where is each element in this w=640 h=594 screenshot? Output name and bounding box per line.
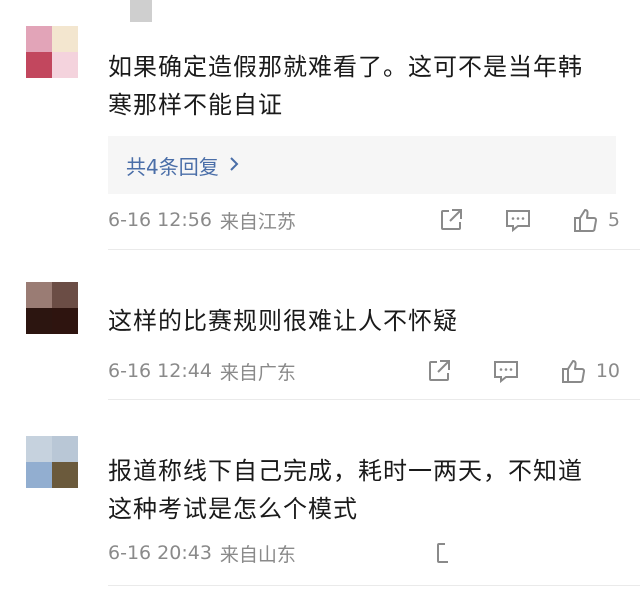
like-count: 10 xyxy=(595,360,620,382)
comment-item-3: 报道称线下自己完成，耗时一两天，不知道 这种考试是怎么个模式 6-16 20:43… xyxy=(0,400,640,594)
comment-location: 来自广东 xyxy=(219,361,296,384)
share-icon xyxy=(434,540,448,566)
divider xyxy=(108,585,640,586)
reply-button[interactable] xyxy=(492,358,520,384)
avatar[interactable] xyxy=(26,26,78,78)
comment-actions: 5 xyxy=(438,205,620,235)
comment-actions xyxy=(434,538,448,568)
comment-location: 来自山东 xyxy=(219,543,296,566)
replies-label: 共4条回复 xyxy=(126,154,219,179)
comment-icon xyxy=(504,207,532,233)
avatar[interactable] xyxy=(26,282,78,334)
comment-date: 6-16 20:43 xyxy=(108,542,212,564)
comment-item-2: 这样的比赛规则很难让人不怀疑 6-16 12:44 来自广东 10 xyxy=(0,250,640,400)
comment-text: 这样的比赛规则很难让人不怀疑 xyxy=(108,307,458,335)
share-button[interactable] xyxy=(434,540,448,566)
comment-icon xyxy=(492,358,520,384)
comment-actions: 10 xyxy=(426,356,620,386)
like-count: 5 xyxy=(607,209,620,231)
chevron-right-icon xyxy=(229,153,239,177)
reply-button[interactable] xyxy=(504,207,532,233)
view-replies-button[interactable]: 共4条回复 xyxy=(108,136,616,194)
comment-meta: 6-16 20:43 来自山东 xyxy=(108,538,620,568)
like-button[interactable]: 5 xyxy=(572,206,620,234)
thumbs-up-icon xyxy=(572,206,600,234)
avatar[interactable] xyxy=(26,436,78,488)
share-button[interactable] xyxy=(426,358,452,384)
comment-location: 来自江苏 xyxy=(219,210,296,233)
comment-item-1: 如果确定造假那就难看了。这可不是当年韩 寒那样不能自证 共4条回复 6-16 12… xyxy=(0,0,640,250)
comment-date: 6-16 12:56 xyxy=(108,209,212,231)
share-icon xyxy=(438,207,464,233)
like-button[interactable]: 10 xyxy=(560,357,620,385)
thumbs-up-icon xyxy=(560,357,588,385)
share-icon xyxy=(426,358,452,384)
comment-date: 6-16 12:44 xyxy=(108,360,212,382)
share-button[interactable] xyxy=(438,207,464,233)
comment-text: 报道称线下自己完成，耗时一两天，不知道 这种考试是怎么个模式 xyxy=(108,457,583,523)
comment-text: 如果确定造假那就难看了。这可不是当年韩 寒那样不能自证 xyxy=(108,53,583,119)
